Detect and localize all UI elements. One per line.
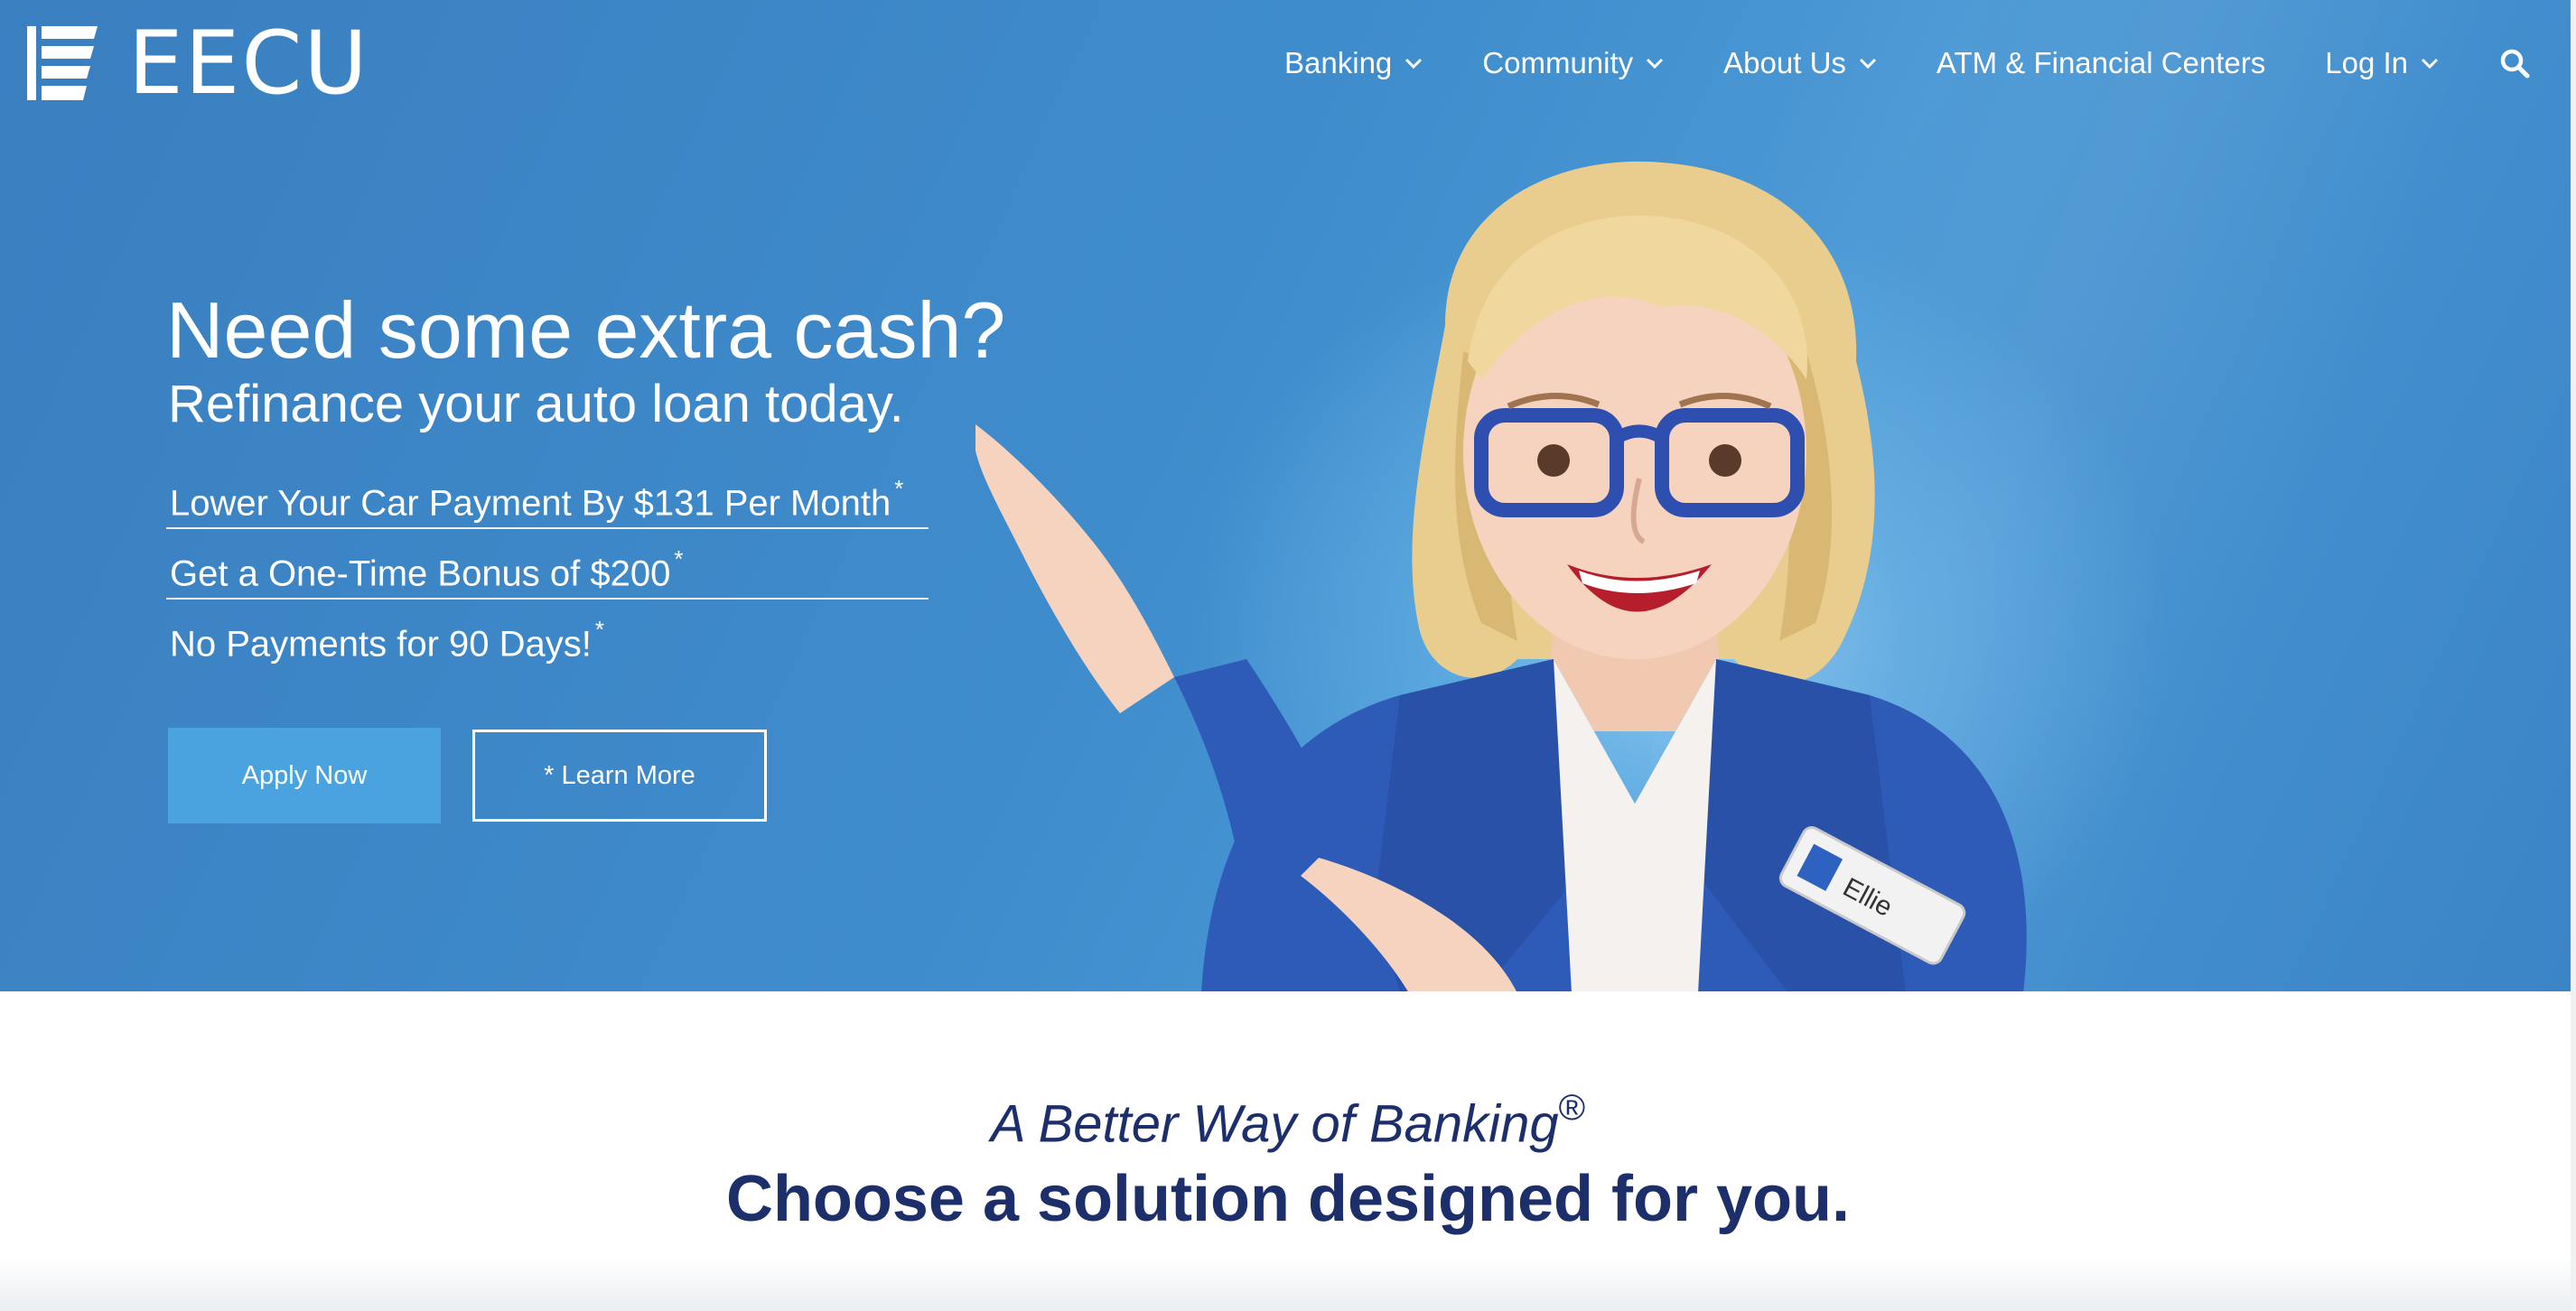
learn-more-button[interactable]: * Learn More (472, 730, 767, 822)
footnote-mark: * (894, 475, 904, 502)
benefit-text: Get a One-Time Bonus of $200 (170, 553, 671, 594)
registered-mark: ® (1558, 1088, 1586, 1128)
nav-label: About Us (1723, 46, 1846, 79)
hero-subheadline: Refinance your auto loan today. (168, 375, 904, 433)
spokesperson-illustration: Ellie (975, 161, 2027, 991)
benefit-item: No Payments for 90 Days! * (166, 600, 929, 670)
apply-now-button[interactable]: Apply Now (168, 728, 441, 823)
benefit-item: Lower Your Car Payment By $131 Per Month… (166, 459, 929, 529)
footnote-mark: * (594, 616, 604, 643)
nav-log-in[interactable]: Log In (2325, 46, 2439, 80)
chevron-down-icon (1859, 58, 1876, 70)
nav-banking[interactable]: Banking (1284, 46, 1423, 80)
nav-label: Banking (1284, 46, 1393, 79)
benefit-text: Lower Your Car Payment By $131 Per Month (170, 483, 891, 524)
chevron-down-icon (1405, 58, 1423, 70)
tagline-text: A Better Way of Banking (990, 1094, 1559, 1154)
chevron-down-icon (1647, 58, 1664, 70)
benefit-text: No Payments for 90 Days! (170, 624, 592, 665)
eecu-logo-mark-icon (27, 26, 98, 100)
nav-community[interactable]: Community (1482, 46, 1664, 80)
hero-headline: Need some extra cash? (166, 285, 1006, 375)
nav-about-us[interactable]: About Us (1723, 46, 1877, 80)
section-title: Choose a solution designed for you. (725, 1163, 1851, 1235)
brand-name: EECU (128, 13, 369, 114)
window-edge (2571, 0, 2576, 1311)
benefit-item: Get a One-Time Bonus of $200 * (166, 529, 929, 600)
content-fade (0, 1257, 2576, 1311)
nav-label: Community (1482, 46, 1634, 79)
nav-label: Log In (2325, 46, 2408, 79)
hero-banner: Ellie EECU Banking Community About Us AT… (0, 0, 2576, 991)
benefit-list: Lower Your Car Payment By $131 Per Month… (166, 459, 929, 670)
eecu-logo[interactable]: EECU (27, 13, 369, 114)
nav-label: ATM & Financial Centers (1936, 46, 2266, 79)
footnote-mark: * (674, 545, 684, 572)
nav-atm-financial-centers[interactable]: ATM & Financial Centers (1937, 46, 2265, 80)
page: Ellie EECU Banking Community About Us AT… (0, 0, 2576, 1311)
main-nav: Banking Community About Us ATM & Financi… (1284, 40, 2531, 87)
search-icon[interactable] (2498, 47, 2531, 79)
chevron-down-icon (2421, 58, 2439, 70)
brand-tagline: A Better Way of Banking® (0, 1080, 2576, 1156)
